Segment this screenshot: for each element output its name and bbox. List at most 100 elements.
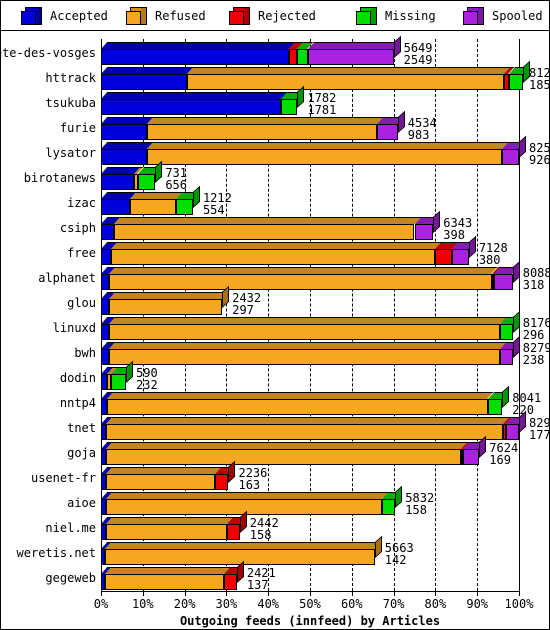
bar-segment-missing[interactable]: [111, 360, 134, 390]
bar-segment-accepted[interactable]: [101, 292, 116, 315]
bar-segment-refused[interactable]: [109, 317, 507, 340]
chart-row[interactable]: csiph 6343 398: [60, 210, 519, 241]
x-axis-tick: [477, 591, 479, 596]
chart-row[interactable]: weretis.net 5663 142: [17, 535, 519, 566]
chart-row[interactable]: httrack 81231853: [45, 60, 549, 91]
chart-row[interactable]: usenet-fr 2236 163: [31, 460, 519, 491]
bar-segment-refused[interactable]: [107, 392, 494, 415]
bar-segment-missing[interactable]: [297, 42, 315, 65]
bar-value-bottom: 232: [136, 378, 158, 392]
bar-segment-accepted[interactable]: [101, 67, 193, 90]
bar-segment-missing[interactable]: [487, 385, 510, 415]
chart-row[interactable]: nntp4 8041 220: [60, 385, 541, 416]
x-axis-tick: [435, 591, 437, 596]
bar-value-labels: 8279 238: [523, 341, 549, 367]
bar-segment-refused[interactable]: [111, 242, 442, 265]
legend-missing[interactable]: Missing: [356, 6, 436, 25]
chart-row[interactable]: goja 7624 169: [67, 435, 519, 466]
bar-segment-refused[interactable]: [146, 117, 384, 140]
bar-segment-missing[interactable]: [176, 185, 200, 215]
chart-row[interactable]: dodin 590 232: [60, 360, 519, 392]
chart-row[interactable]: glou 2432 297: [67, 285, 519, 317]
chart-row[interactable]: linuxd 8176 296: [53, 310, 549, 341]
bar-value-labels: 5832 158: [405, 491, 434, 517]
legend-rejected[interactable]: Rejected: [229, 6, 316, 25]
bar-segment-spooled[interactable]: [414, 210, 441, 240]
bar-segment-missing[interactable]: [500, 310, 520, 340]
bar-segment-accepted[interactable]: [101, 92, 288, 115]
bar-segment-accepted[interactable]: [101, 242, 118, 265]
bar-segment-missing[interactable]: [381, 485, 403, 515]
bar-segment-spooled[interactable]: [376, 110, 405, 140]
legend-spooled[interactable]: Spooled: [463, 6, 543, 25]
legend-refused[interactable]: Refused: [126, 6, 206, 25]
chart-row[interactable]: alphanet 8088 318: [38, 260, 549, 291]
chart-row[interactable]: furie 4534 983: [60, 110, 519, 142]
y-axis-label: izac: [67, 196, 96, 210]
bar-segment-refused[interactable]: [106, 467, 221, 490]
chart-row[interactable]: gegeweb 2421 137: [45, 560, 519, 591]
chart-row[interactable]: free 7128 380: [67, 235, 519, 267]
bar-segment-accepted[interactable]: [101, 167, 141, 190]
legend-accepted[interactable]: Accepted: [21, 6, 108, 25]
bar-segment-refused[interactable]: [146, 142, 509, 165]
bar-segment-accepted[interactable]: [101, 42, 296, 65]
chart-row[interactable]: tnet 8291177: [67, 410, 549, 441]
bar-segment-accepted[interactable]: [101, 117, 154, 140]
bar-segment-spooled[interactable]: [452, 235, 476, 265]
bar-segment-rejected[interactable]: [289, 42, 304, 65]
bar-segment-refused[interactable]: [109, 267, 499, 290]
x-axis-tick-label: 70%: [382, 597, 405, 611]
bar-segment-refused[interactable]: [105, 567, 231, 590]
bar-segment-spooled[interactable]: [502, 135, 526, 165]
bar-value-labels: 7128 380: [479, 241, 508, 267]
bar-segment-accepted[interactable]: [101, 217, 120, 240]
bar-segment-refused[interactable]: [130, 192, 183, 215]
bar-segment-spooled[interactable]: [494, 260, 520, 290]
bar-segment-missing[interactable]: [137, 160, 163, 190]
bar-value-bottom: 158: [249, 528, 272, 542]
bar-segment-refused[interactable]: [186, 67, 511, 90]
bar-segment-refused[interactable]: [109, 342, 507, 365]
bar-segment-rejected[interactable]: [435, 242, 459, 265]
chart-row[interactable]: aioe 5832 158: [67, 485, 519, 517]
bar-segment-refused[interactable]: [106, 517, 234, 540]
bar-segment-spooled[interactable]: [505, 410, 526, 440]
bar-value-bottom: 220: [512, 403, 534, 417]
bar-segment-refused[interactable]: [106, 417, 510, 440]
chart-row[interactable]: izac 1212 554: [67, 185, 519, 216]
bar-segment-rejected[interactable]: [224, 560, 244, 590]
y-axis-label: linuxd: [52, 321, 96, 335]
bar-segment-rejected[interactable]: [227, 510, 247, 540]
chart-row[interactable]: bwh 8279 238: [74, 335, 549, 366]
bar-segment-missing[interactable]: [280, 85, 305, 115]
bar-segment-rejected[interactable]: [214, 460, 236, 490]
y-axis-label: bete-des-vosges: [1, 46, 96, 60]
bar-segment-accepted[interactable]: [101, 317, 116, 340]
bar-segment-refused[interactable]: [113, 217, 421, 240]
y-axis-label: alphanet: [38, 271, 96, 285]
chart-row[interactable]: bete-des-vosges 56492549: [1, 35, 519, 66]
x-axis-tick: [268, 591, 270, 596]
chart-row[interactable]: niel.me 2442 158: [45, 510, 519, 542]
legend-cube-icon: [229, 6, 251, 25]
bar-segment-spooled[interactable]: [307, 35, 401, 65]
y-axis-label: lysator: [45, 146, 96, 160]
bar-segment-accepted[interactable]: [101, 267, 116, 290]
bar-value-labels: 4534 983: [408, 116, 437, 142]
legend-label: Refused: [155, 8, 206, 23]
bar-segment-refused[interactable]: [109, 285, 230, 315]
bar-segment-missing[interactable]: [508, 60, 531, 90]
chart-row[interactable]: tsukuba 1782 1781: [45, 85, 519, 116]
chart-row[interactable]: lysator 8253926: [45, 135, 549, 166]
bar-segment-spooled[interactable]: [500, 335, 520, 365]
bar-segment-refused[interactable]: [106, 442, 468, 465]
bar-segment-accepted[interactable]: [101, 192, 137, 215]
bar-segment-accepted[interactable]: [101, 342, 116, 365]
bar-segment-accepted[interactable]: [101, 142, 154, 165]
bar-segment-spooled[interactable]: [463, 435, 487, 465]
axis-area: bete-des-vosges 56492549 httrack 81231853 ts…: [1, 35, 549, 591]
bar-value-labels: 2432 297: [232, 291, 261, 317]
chart-row[interactable]: birotanews 731 656: [24, 160, 519, 191]
bar-value-labels: 8041 220: [512, 391, 541, 417]
